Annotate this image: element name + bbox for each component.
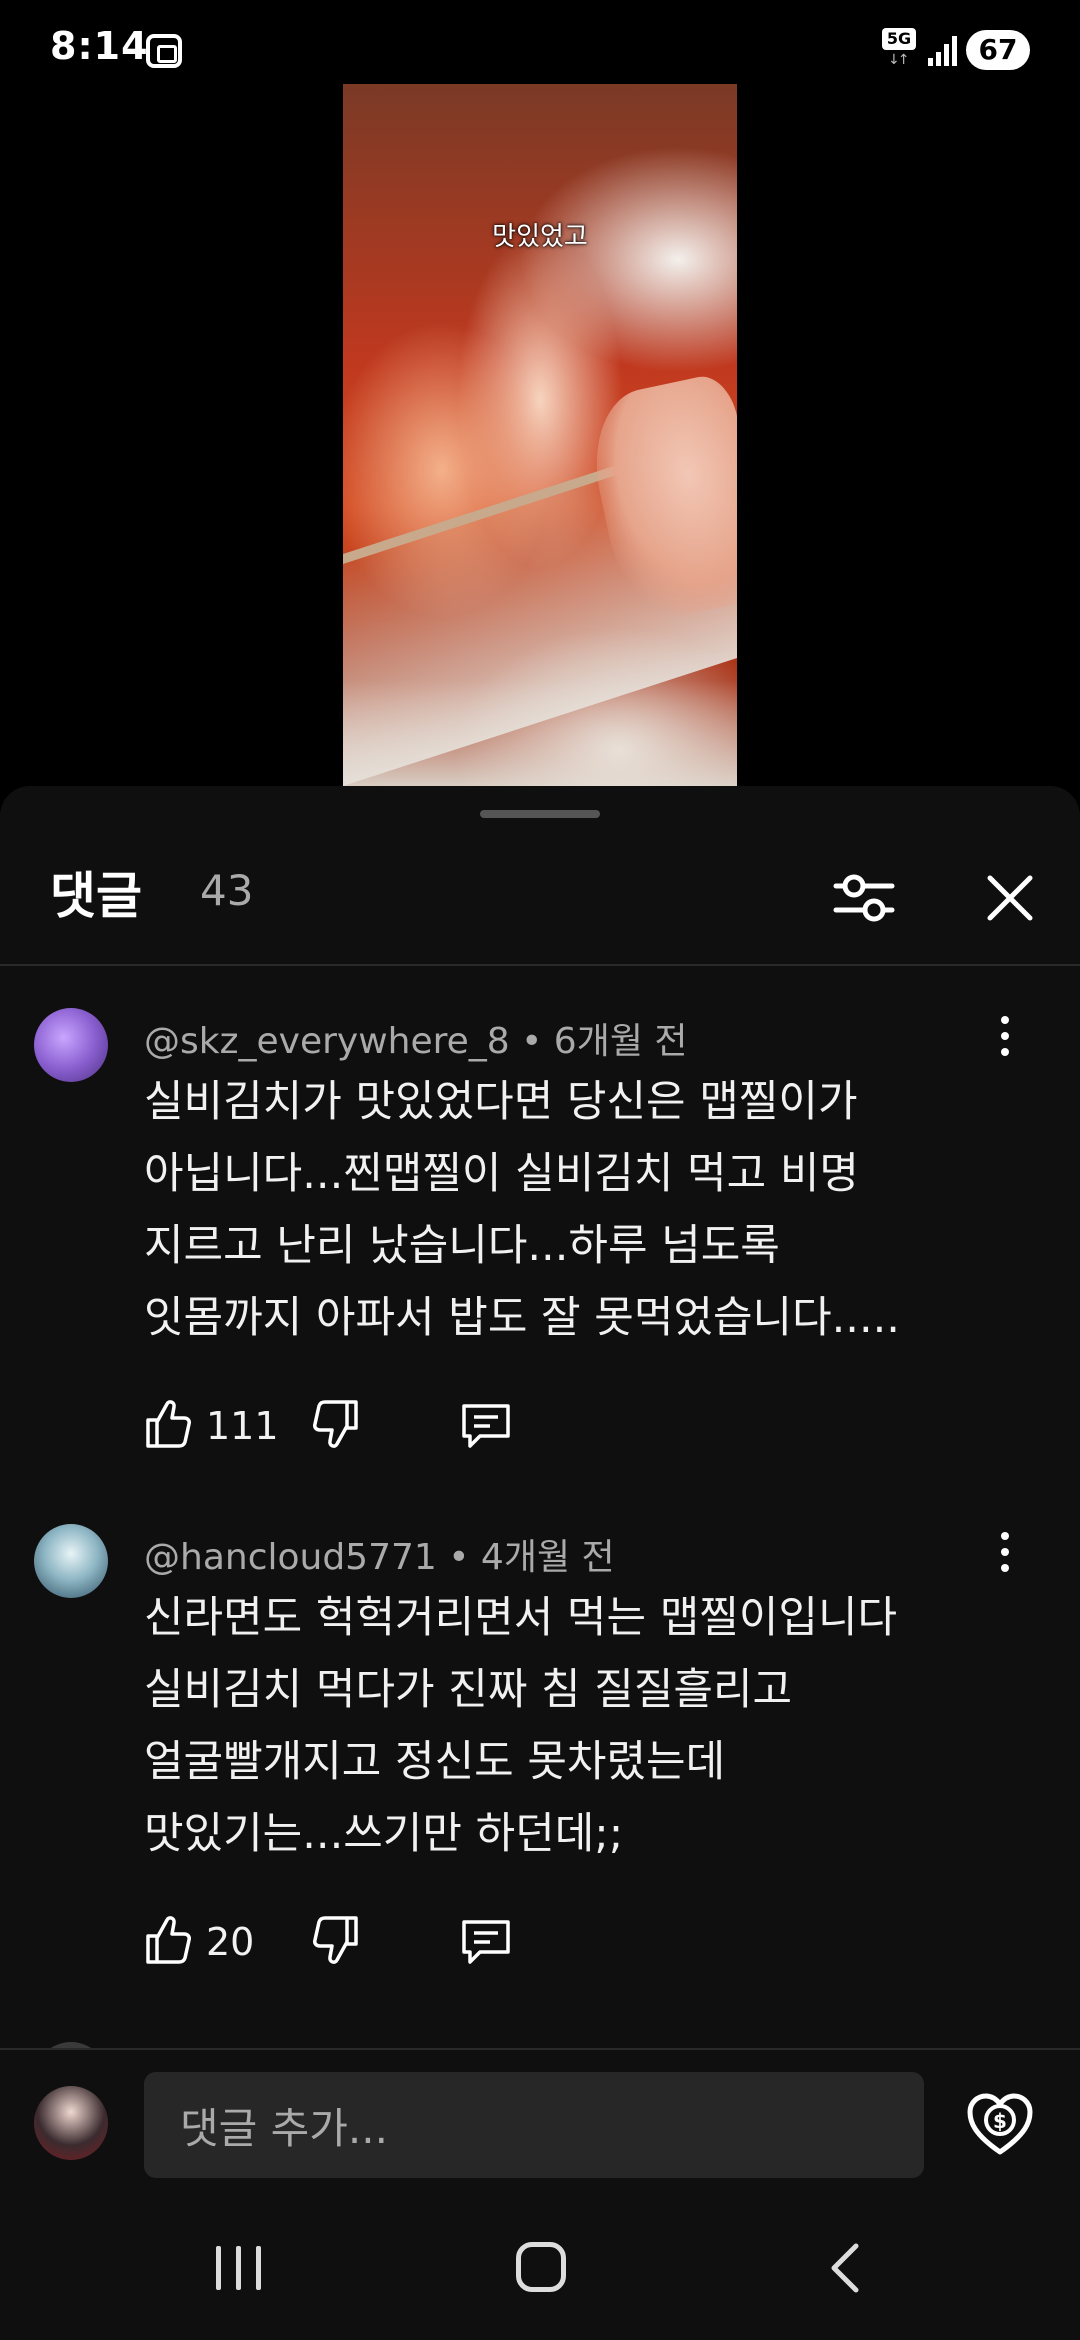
thumbs-up-icon[interactable] [144,1914,192,1966]
comments-count: 43 [200,866,254,915]
back-icon[interactable] [826,2242,866,2294]
system-navigation-bar [0,2186,1080,2340]
comment-line: 잇몸까지 아파서 밥도 잘 못먹었습니다..... [144,1293,900,1343]
comment-line: 신라면도 헉헉거리면서 먹는 맵찔이입니다 [144,1593,898,1643]
comments-sheet: 댓글 43 @skz_everywhere_8 • 6개월 전 실비김치가 맛있… [0,786,1080,2340]
comment-text: 신라면도 헉헉거리면서 먹는 맵찔이입니다 실비김치 먹다가 진짜 침 질질흘리… [144,1582,1024,1870]
comment-item: @skz_everywhere_8 • 6개월 전 실비김치가 맛있었다면 당신… [0,1008,1080,1508]
screenshot-icon [146,34,182,68]
signal-icon [926,32,960,66]
home-icon[interactable] [516,2242,566,2292]
sliders-icon[interactable] [832,866,896,930]
video-player[interactable]: 맛있었고 [343,84,737,786]
more-vert-icon[interactable] [990,1532,1020,1582]
comment-text: 실비김치가 맛있었다면 당신은 맵찔이가 아닙니다...찐맵찔이 실비김치 먹고… [144,1066,1024,1354]
avatar[interactable] [34,2086,108,2160]
status-time: 8:14 [50,24,149,68]
drag-handle[interactable] [480,810,600,818]
reply-icon[interactable] [460,1916,512,1966]
battery-indicator: 67 [966,30,1030,70]
thumbs-down-icon[interactable] [312,1398,360,1450]
recent-apps-icon[interactable] [214,2246,264,2290]
network-5g-icon: 5G ↓↑ [882,28,916,68]
avatar[interactable] [34,1524,108,1598]
comment-input[interactable]: 댓글 추가... [144,2072,924,2178]
close-icon[interactable] [978,866,1042,930]
comment-item: @hancloud5771 • 4개월 전 신라면도 헉헉거리면서 먹는 맵찔이… [0,1524,1080,2024]
comment-actions: 20 [144,1914,544,1974]
thumbs-down-icon[interactable] [312,1914,360,1966]
comment-line: 아닙니다...찐맵찔이 실비김치 먹고 비명 [144,1149,859,1199]
comments-title: 댓글 [50,867,142,925]
like-count: 111 [206,1404,279,1448]
svg-text:$: $ [993,2109,1007,2133]
video-caption: 맛있었고 [492,222,588,252]
comment-line: 맛있기는...쓰기만 하던데;; [144,1809,624,1859]
comment-line: 얼굴빨개지고 정신도 못차렸는데 [144,1737,726,1787]
comment-line: 지르고 난리 났습니다...하루 넘도록 [144,1221,780,1271]
comment-actions: 111 [144,1398,544,1458]
like-count: 20 [206,1920,255,1964]
comment-line: 실비김치 먹다가 진짜 침 질질흘리고 [144,1665,793,1715]
comment-author-time[interactable]: @skz_everywhere_8 • 6개월 전 [144,1012,688,1064]
thumbs-up-icon[interactable] [144,1398,192,1450]
comment-line: 실비김치가 맛있었다면 당신은 맵찔이가 [144,1077,858,1127]
comment-author-time[interactable]: @hancloud5771 • 4개월 전 [144,1528,615,1580]
avatar[interactable] [34,1008,108,1082]
network-label: 5G [882,28,916,50]
reply-icon[interactable] [460,1400,512,1450]
super-thanks-icon[interactable]: $ [964,2090,1036,2162]
comments-header: 댓글 43 [0,826,1080,966]
more-vert-icon[interactable] [990,1016,1020,1066]
